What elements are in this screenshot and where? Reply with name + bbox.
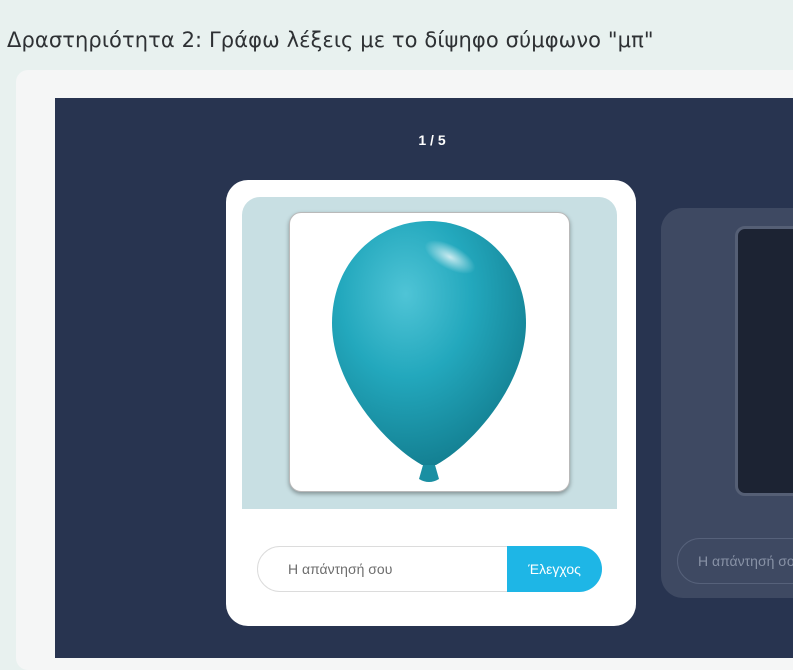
answer-row-next [677, 538, 793, 584]
flashcard-active: Έλεγχος [226, 180, 636, 626]
activity-title: Δραστηριότητα 2: Γράφω λέξεις με το δίψη… [7, 28, 654, 52]
card-image-area [242, 197, 617, 509]
slide-counter: 1 / 5 [418, 132, 446, 148]
card-image-frame [289, 212, 570, 492]
flashcard-slider: 1 / 5 Η απάντησή σου Έλεγχος Η απάντησή … [55, 98, 793, 658]
answer-row: Έλεγχος [257, 546, 602, 594]
check-button[interactable]: Έλεγχος [507, 546, 602, 592]
card-next-image-area [661, 208, 793, 508]
answer-input-next[interactable] [677, 538, 793, 584]
card-next-image-frame [735, 226, 793, 496]
flashcard-next[interactable] [661, 208, 793, 598]
balloon-image [332, 221, 526, 482]
